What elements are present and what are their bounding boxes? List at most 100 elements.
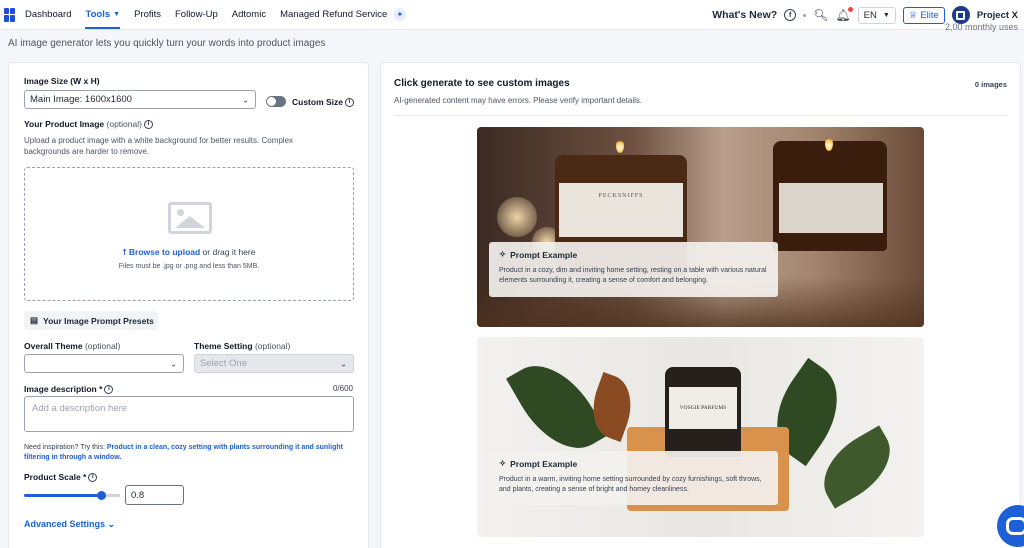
theme-setting-label: Theme Setting (optional) [194,341,290,351]
upload-dropzone[interactable]: ⭡ Browse to upload or drag it here Files… [24,167,354,301]
chevron-down-icon: ⌄ [340,359,347,368]
plan-label: Elite [920,9,939,21]
crown-icon: ♕ [908,9,918,21]
language-label: EN [863,9,877,21]
overall-theme-select[interactable]: ⌄ [24,354,184,373]
browse-link[interactable]: Browse to upload [129,247,200,257]
description-counter: 0/600 [332,384,353,393]
nav-label: Follow-Up [175,9,218,20]
nav-label: Managed Refund Service [280,9,388,20]
prompt-presets-button[interactable]: ▤ Your Image Prompt Presets [24,311,158,330]
optional-text: (optional) [106,119,142,129]
description-textarea[interactable]: Add a description here [24,396,354,432]
product-scale-text: Product Scale * [24,472,87,482]
sparkle-icon[interactable]: ✦ [393,8,407,21]
product-scale-slider[interactable] [24,491,120,500]
nav-dashboard[interactable]: Dashboard [25,9,71,20]
nav-label: Dashboard [25,9,72,20]
custom-size-text: Custom Size [292,97,344,107]
candle-label: PECKSNIFFS [559,183,683,237]
theme-setting-text: Theme Setting [194,341,253,351]
product-scale-input[interactable]: 0.8 [125,485,184,505]
separator-dot [803,13,807,17]
theme-setting-placeholder: Select One [200,358,247,369]
account-label: Project X [976,9,1018,21]
drag-text: or drag it here [200,247,256,257]
plan-badge[interactable]: ♕ Elite [902,6,945,24]
nav-tools[interactable]: Tools ▼ [85,9,121,29]
example-image-candles: PECKSNIFFS ✧ Prompt Example Product in a … [477,127,924,327]
nav-profits[interactable]: Profits [134,9,161,20]
advanced-label: Advanced Settings [24,519,106,529]
results-count: 0 images [974,80,1007,89]
bell-icon[interactable]: 🔔︎ [835,7,853,22]
advanced-settings-toggle[interactable]: Advanced Settings ⌄ [24,519,115,530]
candle-label: VOSGIE PARFUMS [669,387,737,429]
candle-brand: PECKSNIFFS [598,193,644,199]
page-subtitle: AI image generator lets you quickly turn… [8,38,326,49]
inspiration-prefix: Need inspiration? Try this: [24,444,105,451]
custom-size-toggle[interactable] [266,96,286,107]
nav-managed-refund-service[interactable]: Managed Refund Service [280,9,387,20]
file-requirements: Files must be .jpg or .png and less than… [118,263,260,270]
nav-adtomic[interactable]: Adtomic [232,9,266,20]
info-icon[interactable]: i [104,385,114,395]
product-image-text: Your Product Image [24,119,105,129]
description-text: Image description * [24,384,103,394]
candle-flame [825,137,833,151]
chevron-down-icon: ▼ [882,11,890,19]
theme-setting-select[interactable]: Select One ⌄ [194,354,354,373]
candle-label [779,183,883,233]
custom-size-label: Custom Size i [292,97,355,108]
language-select[interactable]: EN ▼ [857,6,896,24]
ai-disclaimer: AI-generated content may have errors. Pl… [394,96,643,105]
slider-fill [24,494,101,497]
presets-label: Your Image Prompt Presets [43,315,154,326]
results-panel: Click generate to see custom images 0 im… [380,62,1021,548]
image-placeholder-icon [168,202,212,234]
top-nav: Dashboard Tools ▼ Profits Follow-Up Adtom… [0,0,1024,30]
product-image-help: Upload a product image with a white back… [24,136,294,156]
whats-new-link[interactable]: What's New? [712,9,777,21]
sparkle-icon: ✧ [499,458,507,468]
nav-label: Profits [134,9,161,20]
form-panel: Image Size (W x H) Main Image: 1600x1600… [8,62,369,548]
notification-dot [847,7,853,12]
candle-brand: VOSGIE PARFUMS [679,405,727,411]
chevron-down-icon: ⌄ [107,519,116,529]
info-icon[interactable]: i [88,473,98,483]
image-size-value: Main Image: 1600x1600 [30,94,132,105]
browse-line: ⭡ Browse to upload or drag it here [25,247,353,258]
nav-label: Adtomic [231,9,267,20]
chevron-down-icon: ⌄ [170,359,177,368]
optional-text: (optional) [254,341,291,351]
overall-theme-label: Overall Theme (optional) [24,341,120,351]
description-label: Image description * i [24,384,114,395]
overall-theme-text: Overall Theme [24,341,83,351]
slider-thumb[interactable] [96,491,106,500]
prompt-example-text: Product in a cozy, dim and inviting home… [499,267,767,284]
chevron-down-icon: ▼ [113,11,121,18]
logo-grid-icon[interactable] [4,7,16,22]
prompt-heading-text: Prompt Example [510,249,578,260]
info-icon[interactable]: i [143,120,153,130]
example-image-plants: VOSGIE PARFUMS ✧ Prompt Example Product i… [477,337,924,537]
rocket-icon[interactable]: 🔍︎ [813,8,828,22]
image-size-label: Image Size (W x H) [24,76,100,86]
divider [394,115,1007,116]
account-menu[interactable]: Project X [977,10,1018,21]
candle-flame [616,139,624,153]
prompt-example-text: Product in a warm, inviting home setting… [499,476,762,493]
monthly-uses: 2,00 monthly uses [944,22,1018,32]
image-size-select[interactable]: Main Image: 1600x1600 ⌄ [24,90,256,109]
prompt-example-card: ✧ Prompt Example Product in a cozy, dim a… [489,242,778,297]
inspiration-hint: Need inspiration? Try this: Product in a… [24,443,359,463]
nav-follow-up[interactable]: Follow-Up [175,9,218,20]
facebook-icon[interactable]: f [784,9,797,21]
info-icon[interactable]: i [345,98,355,108]
optional-text: (optional) [84,341,121,351]
sparkle-icon: ✧ [499,249,507,259]
product-scale-label: Product Scale * i [24,472,98,483]
prompt-example-heading: ✧ Prompt Example [499,458,768,469]
bokeh-light [497,197,537,237]
